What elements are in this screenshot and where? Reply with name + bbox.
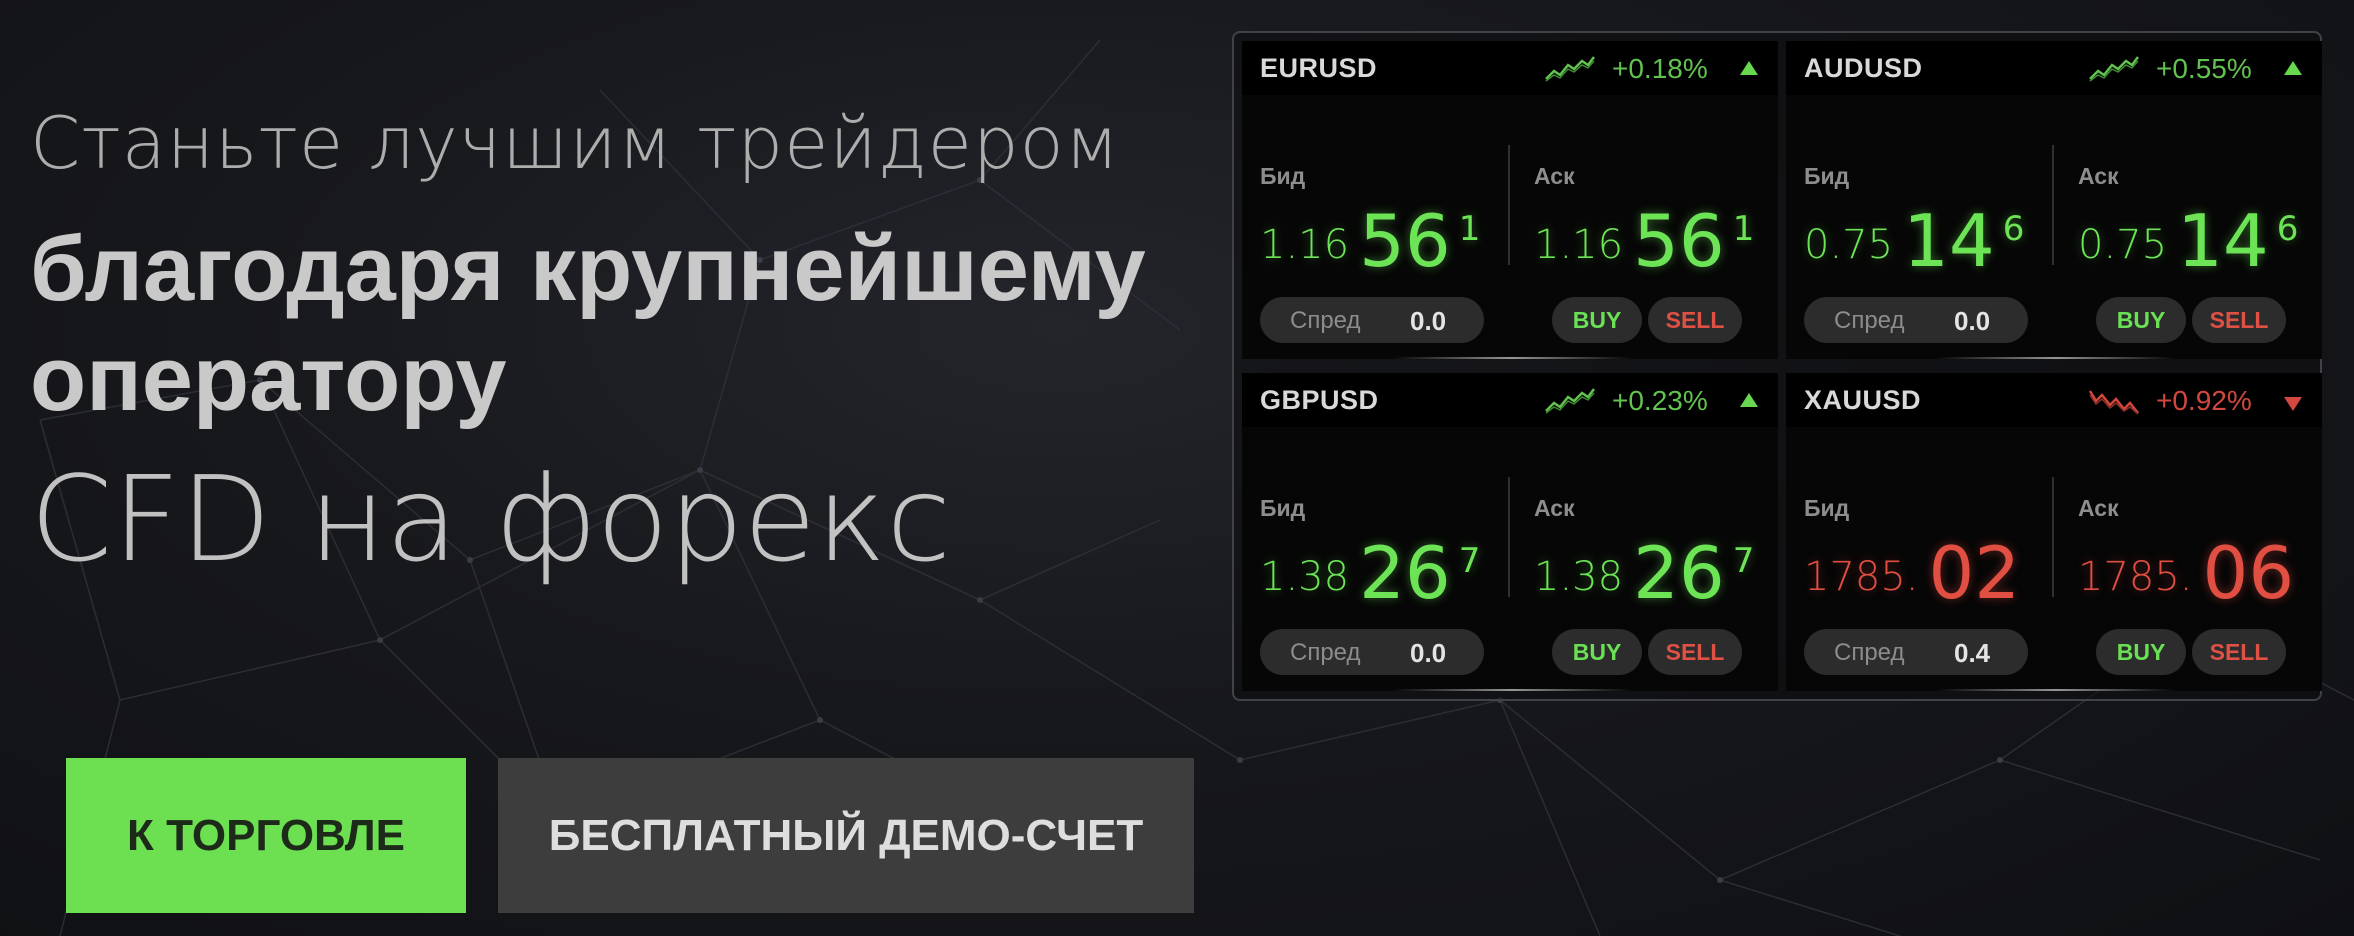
sell-button[interactable]: SELL bbox=[2192, 629, 2286, 675]
ask-label: Аск bbox=[1534, 495, 1575, 521]
start-trading-button[interactable]: К ТОРГОВЛЕ bbox=[66, 758, 466, 913]
quote-tile-audusd: AUDUSD +0.55% Бид Аск 0.75 14 6 0.75 14 6 Сп… bbox=[1786, 41, 2322, 359]
divider bbox=[1508, 477, 1510, 597]
ask-price-pip: 1 bbox=[1732, 209, 1755, 249]
divider bbox=[2052, 145, 2054, 265]
quote-symbol: EURUSD bbox=[1260, 53, 1378, 83]
bid-label: Бид bbox=[1804, 495, 1850, 521]
ask-price-prefix: 0.75 bbox=[2078, 222, 2168, 268]
sell-button[interactable]: SELL bbox=[1648, 629, 1742, 675]
quotes-widget: EURUSD +0.18% Бид Аск 1.16 56 1 1.16 56 1 Сп… bbox=[1232, 31, 2322, 701]
ask-price-main: 56 bbox=[1633, 199, 1725, 283]
ask-price: 0.75 14 6 bbox=[2078, 191, 2299, 283]
bid-price-pip: 6 bbox=[2002, 209, 2025, 249]
bid-price-prefix: 1.16 bbox=[1260, 222, 1350, 268]
bid-price-prefix: 1.38 bbox=[1260, 554, 1350, 600]
spread-label: Спред bbox=[1290, 639, 1361, 666]
spread-value: 0.0 bbox=[1410, 638, 1447, 668]
bid-label: Бид bbox=[1260, 163, 1306, 189]
bid-label: Бид bbox=[1804, 163, 1850, 189]
free-demo-account-button[interactable]: БЕСПЛАТНЫЙ ДЕМО-СЧЕТ bbox=[498, 758, 1194, 913]
ask-price-main: 14 bbox=[2177, 199, 2269, 283]
bid-price-main: 56 bbox=[1359, 199, 1451, 283]
bid-price-main: 26 bbox=[1359, 531, 1451, 615]
ask-price-main: 26 bbox=[1633, 531, 1725, 615]
spread-pill: Спред 0.0 bbox=[1804, 297, 2028, 343]
ask-price: 1.38 26 7 bbox=[1534, 523, 1755, 615]
spread-label: Спред bbox=[1834, 307, 1905, 334]
divider bbox=[1508, 145, 1510, 265]
arrow-down-icon bbox=[2284, 397, 2302, 411]
spread-label: Спред bbox=[1290, 307, 1361, 334]
bid-price-prefix: 0.75 bbox=[1804, 222, 1894, 268]
ask-price-prefix: 1.16 bbox=[1534, 222, 1624, 268]
quote-change: +0.55% bbox=[2156, 53, 2252, 84]
ask-price-prefix: 1785. bbox=[2078, 554, 2193, 600]
ask-label: Аск bbox=[1534, 163, 1575, 189]
headline-line-3: CFD на форекс bbox=[30, 450, 952, 588]
hero-headline: Станьте лучшим трейдером благодаря крупн… bbox=[30, 100, 1146, 584]
quote-symbol: XAUUSD bbox=[1804, 385, 1922, 415]
bid-price: 1.16 56 1 bbox=[1260, 191, 1481, 283]
headline-line-2b: оператору bbox=[30, 328, 507, 430]
buy-button[interactable]: BUY bbox=[1552, 297, 1642, 343]
bid-price: 1785. 02 bbox=[1804, 523, 2028, 615]
ask-price-main: 06 bbox=[2202, 531, 2295, 615]
arrow-up-icon bbox=[2284, 61, 2302, 75]
bid-price: 1.38 26 7 bbox=[1260, 523, 1481, 615]
bid-price: 0.75 14 6 bbox=[1804, 191, 2025, 283]
bid-price-main: 02 bbox=[1928, 531, 2021, 615]
spread-value: 0.0 bbox=[1954, 306, 1991, 336]
spread-pill: Спред 0.0 bbox=[1260, 297, 1484, 343]
buy-button[interactable]: BUY bbox=[1552, 629, 1642, 675]
arrow-up-icon bbox=[1740, 393, 1758, 407]
headline-line-2a: благодаря крупнейшему bbox=[30, 218, 1146, 320]
bid-price-pip: 7 bbox=[1458, 541, 1481, 581]
ask-price-pip: 7 bbox=[1732, 541, 1755, 581]
trend-up-icon bbox=[1545, 388, 1595, 414]
ask-price: 1785. 06 bbox=[2078, 523, 2302, 615]
spread-pill: Спред 0.4 bbox=[1804, 629, 2028, 675]
trend-up-icon bbox=[2089, 56, 2139, 82]
quote-tile-eurusd: EURUSD +0.18% Бид Аск 1.16 56 1 1.16 56 1 Сп… bbox=[1242, 41, 1778, 359]
quote-symbol: GBPUSD bbox=[1260, 385, 1379, 415]
ask-label: Аск bbox=[2078, 495, 2119, 521]
divider bbox=[2052, 477, 2054, 597]
bid-price-prefix: 1785. bbox=[1804, 554, 1919, 600]
arrow-up-icon bbox=[1740, 61, 1758, 75]
bid-price-pip: 1 bbox=[1458, 209, 1481, 249]
sell-button[interactable]: SELL bbox=[2192, 297, 2286, 343]
trend-up-icon bbox=[1545, 56, 1595, 82]
quote-change: +0.18% bbox=[1612, 53, 1708, 84]
quote-symbol: AUDUSD bbox=[1804, 53, 1923, 83]
quote-change: +0.92% bbox=[2156, 385, 2252, 416]
spread-pill: Спред 0.0 bbox=[1260, 629, 1484, 675]
ask-label: Аск bbox=[2078, 163, 2119, 189]
tile-glow-line bbox=[1392, 357, 1632, 359]
spread-label: Спред bbox=[1834, 639, 1905, 666]
tile-glow-line bbox=[1936, 689, 2176, 691]
buy-button[interactable]: BUY bbox=[2096, 297, 2186, 343]
headline-line-1: Станьте лучшим трейдером bbox=[30, 101, 1120, 185]
spread-value: 0.0 bbox=[1410, 306, 1447, 336]
buy-button[interactable]: BUY bbox=[2096, 629, 2186, 675]
quote-change: +0.23% bbox=[1612, 385, 1708, 416]
bid-label: Бид bbox=[1260, 495, 1306, 521]
quote-tile-xauusd: XAUUSD +0.92% Бид Аск 1785. 02 1785. 06 Сп… bbox=[1786, 373, 2322, 691]
ask-price: 1.16 56 1 bbox=[1534, 191, 1755, 283]
sell-button[interactable]: SELL bbox=[1648, 297, 1742, 343]
spread-value: 0.4 bbox=[1954, 638, 1991, 668]
tile-glow-line bbox=[1936, 357, 2176, 359]
ask-price-pip: 6 bbox=[2276, 209, 2299, 249]
trend-down-icon bbox=[2088, 390, 2139, 415]
bid-price-main: 14 bbox=[1903, 199, 1995, 283]
ask-price-prefix: 1.38 bbox=[1534, 554, 1624, 600]
tile-glow-line bbox=[1392, 689, 1632, 691]
quote-tile-gbpusd: GBPUSD +0.23% Бид Аск 1.38 26 7 1.38 26 7 Сп… bbox=[1242, 373, 1778, 691]
headline-line-2: благодаря крупнейшему оператору bbox=[30, 214, 1146, 434]
